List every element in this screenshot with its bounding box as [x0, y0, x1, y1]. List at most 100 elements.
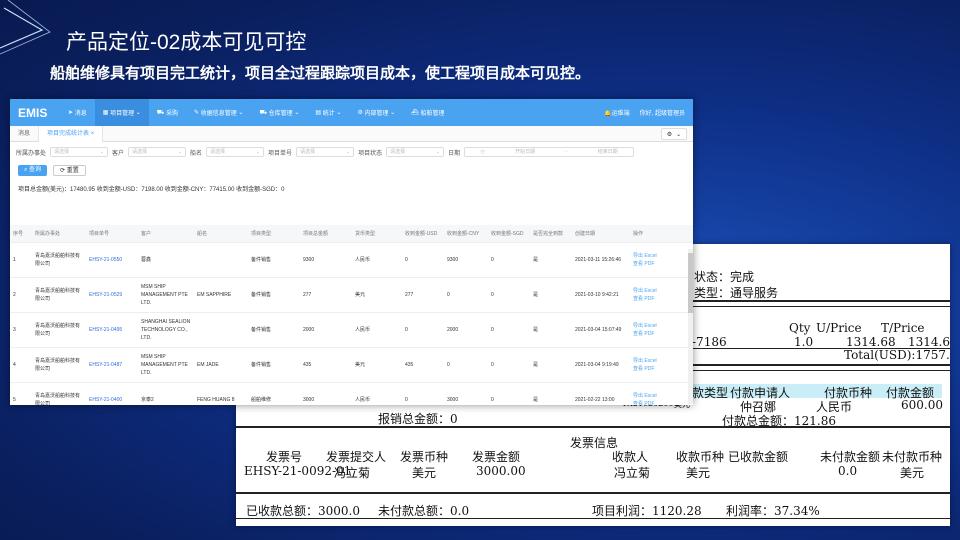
pay-header-type: 款类型	[692, 386, 729, 400]
table-row[interactable]: 1 青岛嘉沃船舶科技有限公司 EHSY-21-0550 蓉鑫 备件销售 9300 人民币 0 9…	[10, 243, 693, 278]
nav-internal[interactable]: ⚙ 内部管理 ⌄	[349, 99, 403, 126]
column-header: 项目单号	[89, 230, 110, 237]
ops-link[interactable]: 🔔运维端	[604, 108, 630, 117]
tab-tools[interactable]: ⚙ ⌄	[661, 128, 687, 140]
view-pdf-link[interactable]: 查看 PDF	[633, 260, 667, 268]
table-cell: 2000	[447, 327, 459, 333]
table-row[interactable]: 4 青岛嘉沃船舶科技有限公司 EHSY-21-0487 MSM SHIP MANAGE…	[10, 348, 693, 383]
select-placeholder: 请选择	[390, 149, 406, 155]
slide: 产品定位-02成本可见可控 船舶维修具有项目完工统计，项目全过程跟踪项目成本，使…	[0, 0, 960, 540]
view-pdf-link[interactable]: 查看 PDF	[633, 400, 667, 405]
chevron-down-icon: ⌄	[99, 149, 105, 155]
table-cell: 0	[491, 257, 494, 263]
table-cell: 3000	[303, 397, 315, 403]
doc-status: 状态：完成	[694, 270, 755, 284]
export-excel-link[interactable]: 导出 Excel	[633, 287, 667, 295]
table-row[interactable]: 2 青岛嘉沃船舶科技有限公司 EHSY-21-0529 MSM SHIP MANAGE…	[10, 278, 693, 313]
column-header: 操作	[633, 230, 644, 237]
project-no-link[interactable]: EHSY-21-0400	[86, 396, 138, 404]
chart-icon: ▤	[315, 110, 323, 116]
chevron-down-icon: ⌄	[134, 110, 141, 116]
view-pdf-link[interactable]: 查看 PDF	[633, 330, 667, 338]
project-no-link[interactable]: EHSY-21-0529	[86, 291, 138, 299]
nav-receipt[interactable]: ✎ 收据信息管理 ⌄	[186, 99, 251, 126]
send-icon: ➤	[68, 110, 75, 116]
tab-project-stats[interactable]: 项目完成统计表 ×	[39, 125, 104, 142]
close-icon[interactable]: ×	[91, 131, 95, 137]
status-select[interactable]: 请选择 ⌄	[386, 147, 445, 157]
project-no-link[interactable]: EHSY-21-0487	[86, 361, 138, 369]
select-placeholder: 请选择	[54, 149, 70, 155]
slide-subtitle: 船舶维修具有项目完工统计，项目全过程跟踪项目成本，使工程项目成本可见控。	[50, 65, 591, 82]
table-cell: 3	[13, 327, 16, 333]
tab-messages[interactable]: 消息	[10, 125, 40, 142]
chevron-down-icon: ⌄	[334, 110, 342, 116]
nav-stats[interactable]: ▤ 统计 ⌄	[307, 99, 349, 126]
table-cell: 2021-03-11 15:26:46	[575, 257, 622, 263]
table-cell: 2000	[303, 327, 315, 333]
top-nav: EMIS ➤ 消息 ▦ 项目管理 ⌄ ⛟ 采购 ✎ 收据信息管理 ⌄ ⛟ 仓库管…	[10, 99, 693, 126]
customer-select[interactable]: 请选择 ⌄	[128, 147, 187, 157]
nav-label: 采购	[166, 111, 179, 117]
emis-window: EMIS ➤ 消息 ▦ 项目管理 ⌄ ⛟ 采购 ✎ 收据信息管理 ⌄ ⛟ 仓库管…	[10, 99, 693, 405]
nav-warehouse[interactable]: ⛟ 仓库管理 ⌄	[251, 99, 307, 126]
table-cell: 是	[533, 327, 539, 333]
view-pdf-link[interactable]: 查看 PDF	[633, 295, 667, 303]
table-cell: 2021-03-04 15:07:49	[575, 327, 622, 333]
footer-received-total: 已收款总额：3000.0	[246, 504, 360, 518]
table-cell: SHANGHAI SEALION TECHNOLOGY CO., LTD.	[141, 319, 191, 341]
project-no-link[interactable]: EHSY-21-0550	[86, 256, 138, 264]
reset-button[interactable]: ⟳ 重置	[53, 164, 86, 176]
table-cell: 京泰2	[141, 397, 154, 403]
table-cell: 是	[533, 257, 539, 263]
table-row[interactable]: 5 青岛嘉沃船舶科技有限公司 EHSY-21-0400 京泰2 FENG HUANG 8…	[10, 383, 693, 405]
corner-lines-decoration	[0, 0, 51, 55]
table-cell: 人民币	[355, 257, 371, 263]
table-cell: 9300	[447, 257, 459, 263]
footer-unpaid-total: 未付款总额：0.0	[378, 504, 470, 518]
table-body: 1 青岛嘉沃船舶科技有限公司 EHSY-21-0550 蓉鑫 备件销售 9300 人民币 0 9…	[10, 243, 693, 405]
nav-label: 仓库管理	[268, 111, 293, 117]
table-row[interactable]: 3 青岛嘉沃船舶科技有限公司 EHSY-21-0495 SHANGHAI SEALIO…	[10, 313, 693, 348]
inv-h-received: 已收款金额	[728, 450, 789, 464]
nav-right: 🔔运维端 你好, 超级管理员	[604, 108, 693, 117]
table-cell: 3000	[447, 397, 459, 403]
invoice-title: 发票信息	[570, 436, 619, 450]
inv-amount: 3000.00	[476, 464, 526, 478]
scrollbar-thumb[interactable]	[688, 253, 693, 313]
date-range-picker[interactable]: ◷ 开始日期 - 结束日期	[464, 147, 635, 157]
query-button[interactable]: ⌕ 查询	[18, 164, 48, 176]
table-cell: 0	[447, 292, 450, 298]
chevron-down-icon: ⌄	[676, 131, 682, 138]
export-excel-link[interactable]: 导出 Excel	[633, 357, 667, 365]
export-excel-link[interactable]: 导出 Excel	[633, 392, 667, 400]
nav-messages[interactable]: ➤ 消息	[60, 99, 95, 126]
table-cell: 0	[405, 327, 408, 333]
nav-purchase[interactable]: ⛟ 采购	[149, 99, 186, 126]
doc-item-code: -7186	[692, 335, 727, 349]
table-cell: 0	[447, 362, 450, 368]
nav-ship[interactable]: ⛴ 船舶管理	[403, 99, 452, 126]
office-select[interactable]: 请选择 ⌄	[50, 147, 109, 157]
chevron-down-icon: ⌄	[177, 149, 183, 155]
view-pdf-link[interactable]: 查看 PDF	[633, 365, 667, 373]
doc-total: Total(USD):1757.86	[844, 348, 950, 362]
project-no-link[interactable]: EHSY-21-0495	[86, 326, 138, 334]
filter-label-office: 所属办事处	[16, 150, 47, 157]
bell-icon: 🔔	[604, 111, 612, 117]
table-cell: 1	[13, 257, 16, 263]
column-header: 收到金额-USD	[405, 230, 438, 237]
chevron-down-icon: ⌄	[255, 149, 261, 155]
scrollbar[interactable]	[688, 249, 693, 404]
table-cell: 备件销售	[251, 257, 272, 263]
export-excel-link[interactable]: 导出 Excel	[633, 322, 667, 330]
table-cell: 2021-03-10 9:42:21	[575, 292, 619, 298]
ship-select[interactable]: 请选择 ⌄	[206, 147, 265, 157]
nav-project[interactable]: ▦ 项目管理 ⌄	[94, 99, 149, 126]
export-excel-link[interactable]: 导出 Excel	[633, 252, 667, 260]
user-menu[interactable]: 你好, 超级管理员	[640, 108, 685, 117]
project-no-select[interactable]: 请选择 ⌄	[296, 147, 355, 157]
row-actions: 导出 Excel 查看 PDF	[630, 252, 670, 268]
row-actions: 导出 Excel 查看 PDF	[630, 322, 670, 338]
table-cell: 0	[491, 362, 494, 368]
